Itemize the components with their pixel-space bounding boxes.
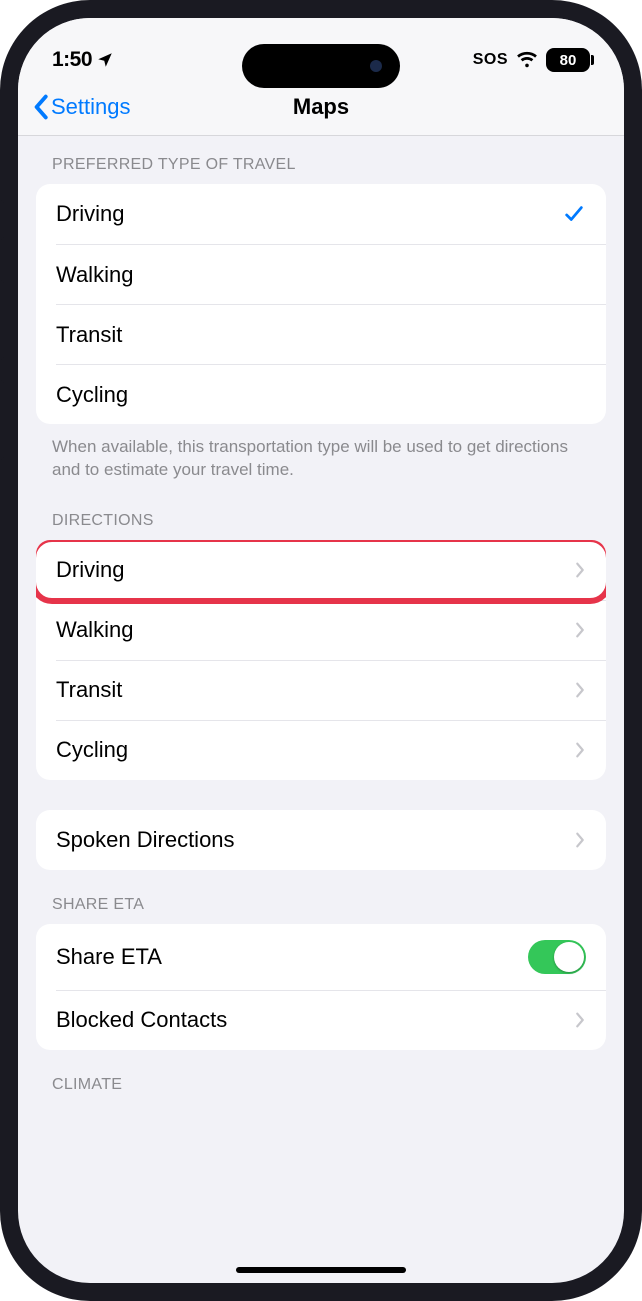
chevron-right-icon xyxy=(574,681,586,699)
share-eta-label: Share ETA xyxy=(56,944,162,970)
directions-item-label: Cycling xyxy=(56,737,128,763)
status-sos: SOS xyxy=(473,51,508,69)
location-icon xyxy=(96,51,114,69)
share-eta-switch[interactable] xyxy=(528,940,586,974)
back-button[interactable]: Settings xyxy=(32,94,131,120)
spoken-directions-label: Spoken Directions xyxy=(56,827,235,853)
directions-cycling[interactable]: Cycling xyxy=(56,720,606,780)
travel-option-label: Transit xyxy=(56,322,122,348)
travel-option-label: Driving xyxy=(56,201,124,227)
chevron-left-icon xyxy=(32,94,49,120)
section-header-climate: Climate xyxy=(18,1050,624,1104)
dynamic-island xyxy=(242,44,400,88)
travel-option-walking[interactable]: Walking xyxy=(56,244,606,304)
directions-driving[interactable]: Driving xyxy=(36,540,606,600)
directions-walking[interactable]: Walking xyxy=(56,600,606,660)
travel-option-label: Walking xyxy=(56,262,133,288)
share-eta-toggle-row: Share ETA xyxy=(36,924,606,990)
travel-option-transit[interactable]: Transit xyxy=(56,304,606,364)
status-time: 1:50 xyxy=(52,48,92,72)
share-eta-group: Share ETA Blocked Contacts xyxy=(36,924,606,1050)
directions-transit[interactable]: Transit xyxy=(56,660,606,720)
checkmark-icon xyxy=(562,203,586,225)
travel-option-driving[interactable]: Driving xyxy=(36,184,606,244)
directions-item-label: Transit xyxy=(56,677,122,703)
chevron-right-icon xyxy=(574,831,586,849)
travel-option-cycling[interactable]: Cycling xyxy=(56,364,606,424)
home-indicator[interactable] xyxy=(236,1267,406,1273)
section-header-travel: Preferred Type of Travel xyxy=(18,136,624,184)
spoken-directions-group: Spoken Directions xyxy=(36,810,606,870)
directions-item-label: Driving xyxy=(56,557,124,583)
chevron-right-icon xyxy=(574,561,586,579)
blocked-contacts-label: Blocked Contacts xyxy=(56,1007,227,1033)
page-title: Maps xyxy=(293,94,349,120)
section-footer-travel: When available, this transportation type… xyxy=(18,424,624,486)
back-label: Settings xyxy=(51,94,131,120)
blocked-contacts[interactable]: Blocked Contacts xyxy=(56,990,606,1050)
section-header-directions: Directions xyxy=(18,486,624,540)
wifi-icon xyxy=(516,51,538,69)
chevron-right-icon xyxy=(574,621,586,639)
battery-indicator: 80 xyxy=(546,48,590,72)
travel-option-label: Cycling xyxy=(56,382,128,408)
travel-type-group: Driving Walking Transit Cycling xyxy=(36,184,606,424)
spoken-directions[interactable]: Spoken Directions xyxy=(36,810,606,870)
chevron-right-icon xyxy=(574,741,586,759)
section-header-share-eta: Share ETA xyxy=(18,870,624,924)
directions-item-label: Walking xyxy=(56,617,133,643)
chevron-right-icon xyxy=(574,1011,586,1029)
directions-group: Driving Walking Transit xyxy=(36,540,606,780)
